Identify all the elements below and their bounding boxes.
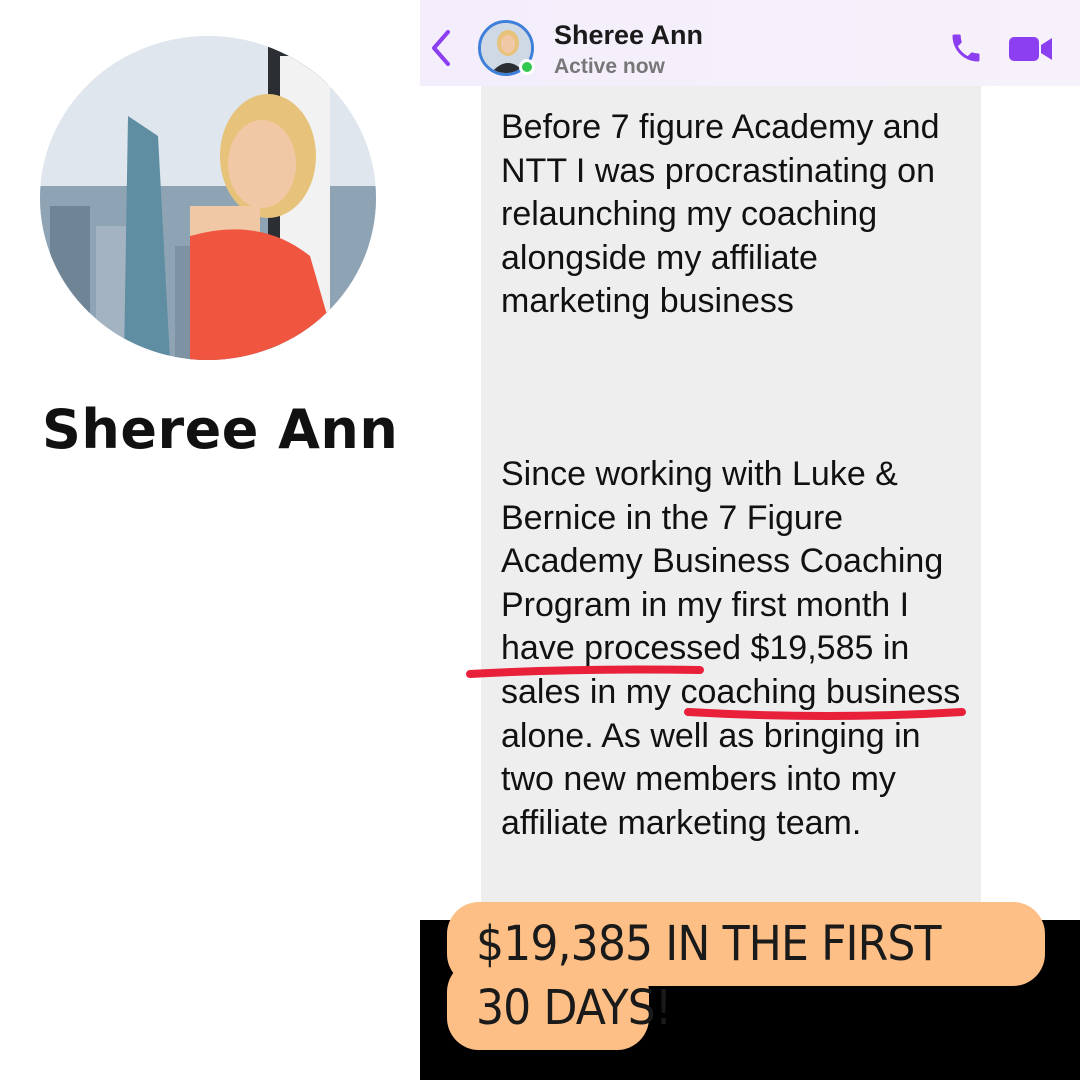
video-camera-icon[interactable]: [1008, 34, 1054, 64]
caption-text-line: $19,385 IN THE FIRST 30 DAYS!: [476, 916, 942, 1036]
chevron-left-icon[interactable]: [426, 26, 456, 66]
contact-name[interactable]: Sheree Ann: [554, 20, 703, 51]
profile-name: Sheree Ann: [42, 398, 399, 461]
caption-text: $19,385 IN THE FIRST 30 DAYS!: [476, 912, 991, 1040]
message-paragraph-2: Since working with Luke & Bernice in the…: [501, 455, 961, 842]
phone-icon[interactable]: [948, 30, 984, 66]
online-status-dot: [519, 59, 535, 75]
message-paragraph-1: Before 7 figure Academy and NTT I was pr…: [501, 108, 940, 321]
contact-status: Active now: [554, 55, 665, 78]
message-bubble: Before 7 figure Academy and NTT I was pr…: [481, 86, 981, 920]
chat-header: Sheree Ann Active now: [420, 0, 1080, 86]
profile-photo: [40, 36, 376, 360]
